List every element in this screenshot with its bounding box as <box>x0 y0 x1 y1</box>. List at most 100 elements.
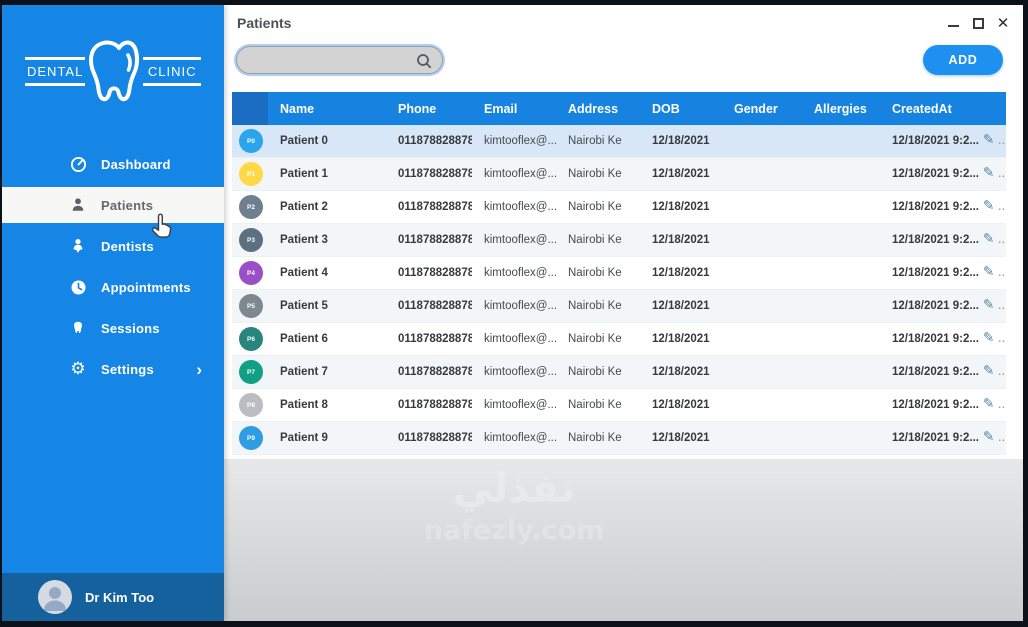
user-profile[interactable]: Dr Kim Too <box>2 573 224 621</box>
sidebar-item-patients[interactable]: Patients <box>2 187 224 223</box>
add-button[interactable]: ADD <box>923 45 1003 75</box>
avatar-initials: P2 <box>239 195 263 219</box>
table-body: P0Patient 0011878828878kimtooflex@...Nai… <box>232 125 1006 455</box>
clock-circle-icon <box>68 279 88 296</box>
phone-cell: 011878828878 <box>386 366 472 378</box>
name-cell: Patient 4 <box>268 267 386 279</box>
edit-pencil-icon[interactable]: ✎ <box>983 364 994 379</box>
avatar-initials: P8 <box>239 393 263 417</box>
dental-clinic-logo: DENTAL CLINIC <box>25 32 201 110</box>
dob-cell: 12/18/2021 <box>640 168 722 180</box>
created-at-value: 12/18/2021 9:2... <box>892 399 979 411</box>
phone-cell: 011878828878 <box>386 234 472 246</box>
search-input[interactable] <box>237 47 442 73</box>
address-cell: Nairobi Ke <box>556 201 640 213</box>
user-avatar-icon <box>38 580 72 614</box>
address-cell: Nairobi Ke <box>556 399 640 411</box>
name-cell: Patient 2 <box>268 201 386 213</box>
name-cell: Patient 8 <box>268 399 386 411</box>
createdat-cell: 12/18/2021 9:2...✎..✕... <box>880 298 1006 314</box>
phone-cell: 011878828878 <box>386 300 472 312</box>
address-cell: Nairobi Ke <box>556 300 640 312</box>
createdat-cell: 12/18/2021 9:2...✎..✕... <box>880 397 1006 413</box>
edit-pencil-icon[interactable]: ✎ <box>983 298 994 313</box>
edit-pencil-icon[interactable]: ✎ <box>983 232 994 247</box>
patient-avatar: P6 <box>232 327 268 351</box>
table-row[interactable]: P0Patient 0011878828878kimtooflex@...Nai… <box>232 125 1006 158</box>
sidebar-item-dashboard[interactable]: Dashboard <box>2 146 224 182</box>
table-row[interactable]: P5Patient 5011878828878kimtooflex@...Nai… <box>232 290 1006 323</box>
name-cell: Patient 5 <box>268 300 386 312</box>
address-cell: Nairobi Ke <box>556 333 640 345</box>
patient-avatar: P5 <box>232 294 268 318</box>
edit-pencil-icon[interactable]: ✎ <box>983 265 994 280</box>
name-cell: Patient 1 <box>268 168 386 180</box>
patient-avatar: P9 <box>232 426 268 450</box>
chevron-right-icon: › <box>196 361 202 378</box>
column-header-email: Email <box>472 102 556 116</box>
search-icon[interactable] <box>415 52 433 70</box>
logo-text-dental: DENTAL <box>25 57 85 86</box>
sidebar-nav: Dashboard Patients Dentists Appointments Ses… <box>2 146 224 387</box>
name-cell: Patient 0 <box>268 135 386 147</box>
address-cell: Nairobi Ke <box>556 168 640 180</box>
table-row[interactable]: P7Patient 7011878828878kimtooflex@...Nai… <box>232 356 1006 389</box>
maximize-button[interactable] <box>971 16 985 30</box>
edit-pencil-icon[interactable]: ✎ <box>983 166 994 181</box>
sidebar: DENTAL CLINIC Dashboard Patients Dentists A… <box>2 5 224 621</box>
table-row[interactable]: P4Patient 4011878828878kimtooflex@...Nai… <box>232 257 1006 290</box>
dob-cell: 12/18/2021 <box>640 201 722 213</box>
createdat-cell: 12/18/2021 9:2...✎..✕... <box>880 199 1006 215</box>
created-at-value: 12/18/2021 9:2... <box>892 300 979 312</box>
table-row[interactable]: P6Patient 6011878828878kimtooflex@...Nai… <box>232 323 1006 356</box>
address-cell: Nairobi Ke <box>556 267 640 279</box>
table-row[interactable]: P9Patient 9011878828878kimtooflex@...Nai… <box>232 422 1006 455</box>
phone-cell: 011878828878 <box>386 399 472 411</box>
phone-cell: 011878828878 <box>386 333 472 345</box>
created-at-value: 12/18/2021 9:2... <box>892 234 979 246</box>
column-header-gender: Gender <box>722 102 802 116</box>
table-row[interactable]: P8 Patient 8011878828878kimtooflex@...Nai… <box>232 389 1006 422</box>
edit-label-truncated: .. <box>998 136 1006 147</box>
email-cell: kimtooflex@... <box>472 432 556 444</box>
edit-pencil-icon[interactable]: ✎ <box>983 397 994 412</box>
created-at-value: 12/18/2021 9:2... <box>892 135 979 147</box>
dob-cell: 12/18/2021 <box>640 399 722 411</box>
app-window: DENTAL CLINIC Dashboard Patients Dentists A… <box>2 5 1023 621</box>
created-at-value: 12/18/2021 9:2... <box>892 432 979 444</box>
email-cell: kimtooflex@... <box>472 333 556 345</box>
sidebar-item-sessions[interactable]: Sessions <box>2 310 224 346</box>
table-row[interactable]: P2Patient 2011878828878kimtooflex@...Nai… <box>232 191 1006 224</box>
dob-cell: 12/18/2021 <box>640 366 722 378</box>
avatar-initials: P6 <box>239 327 263 351</box>
column-header-address: Address <box>556 102 640 116</box>
column-header-dob: DOB <box>640 102 722 116</box>
edit-pencil-icon[interactable]: ✎ <box>983 430 994 445</box>
table-row[interactable]: P1Patient 1011878828878kimtooflex@...Nai… <box>232 158 1006 191</box>
edit-pencil-icon[interactable]: ✎ <box>983 133 994 148</box>
patient-avatar: P3 <box>232 228 268 252</box>
phone-cell: 011878828878 <box>386 135 472 147</box>
createdat-cell: 12/18/2021 9:2...✎..✕... <box>880 331 1006 347</box>
close-button[interactable]: ✕ <box>996 16 1010 30</box>
phone-cell: 011878828878 <box>386 432 472 444</box>
email-cell: kimtooflex@... <box>472 399 556 411</box>
avatar-initials: P4 <box>239 261 263 285</box>
created-at-value: 12/18/2021 9:2... <box>892 333 979 345</box>
edit-pencil-icon[interactable]: ✎ <box>983 331 994 346</box>
email-cell: kimtooflex@... <box>472 201 556 213</box>
minimize-button[interactable] <box>946 16 960 30</box>
sidebar-item-label: Patients <box>101 198 153 213</box>
sidebar-item-settings[interactable]: ⚙Settings› <box>2 351 224 387</box>
person-icon <box>68 197 88 213</box>
address-cell: Nairobi Ke <box>556 432 640 444</box>
sidebar-item-dentists[interactable]: Dentists <box>2 228 224 264</box>
edit-pencil-icon[interactable]: ✎ <box>983 199 994 214</box>
sidebar-item-appointments[interactable]: Appointments <box>2 269 224 305</box>
sidebar-item-label: Settings <box>101 362 154 377</box>
created-at-value: 12/18/2021 9:2... <box>892 366 979 378</box>
name-cell: Patient 9 <box>268 432 386 444</box>
column-header-phone: Phone <box>386 102 472 116</box>
content-background: نفذلي nafezly.com <box>224 459 1023 621</box>
table-row[interactable]: P3Patient 3011878828878kimtooflex@...Nai… <box>232 224 1006 257</box>
